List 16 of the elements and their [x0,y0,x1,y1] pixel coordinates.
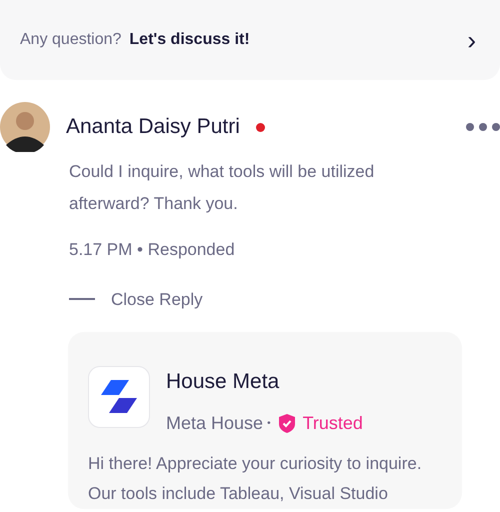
trusted-label: Trusted [302,412,363,434]
avatar [0,102,50,152]
reply-name: House Meta [166,369,280,395]
author-name: Ananta Daisy Putri [66,114,240,140]
reply-handle: Meta House [166,412,264,434]
logo-icon [88,366,150,428]
discuss-link[interactable]: Let's discuss it! [129,28,250,52]
comment-text: Could I inquire, what tools will be utilized afterward? Thank you. [69,161,376,215]
comment-meta: 5.17 PM • Responded [69,239,236,261]
separator-dot: • [267,416,271,430]
more-icon [466,122,500,131]
reply-text: Hi there! Appreciate your curiosity to inquire. Our tools include Tableau, Visual Studio [88,452,423,504]
dash-icon [69,298,95,300]
question-text: Any question? [20,30,122,50]
chevron-button[interactable]: › [463,27,480,53]
close-reply-button[interactable]: Close Reply [111,286,203,312]
